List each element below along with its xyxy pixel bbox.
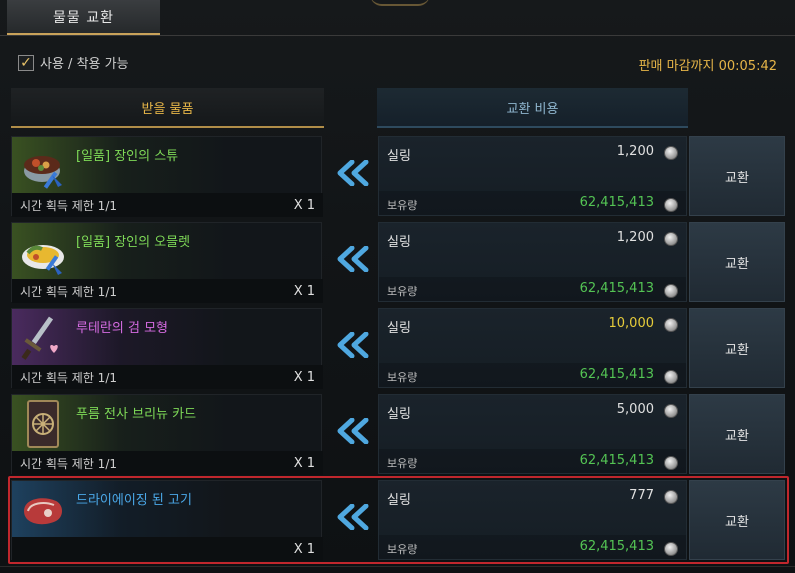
acquire-limit: 시간 획득 제한 1/1: [20, 370, 117, 385]
item-quantity: X 1: [293, 369, 315, 385]
cost-card: 실링 1,200 보유량 62,415,413: [378, 136, 687, 216]
exchange-row[interactable]: [일품] 장인의 오믈렛 시간 획득 제한 1/1 X 1 실링 1,200 보…: [11, 222, 787, 303]
stew-pot-icon[interactable]: [18, 141, 68, 191]
column-header-receive: 받을 물품: [11, 88, 324, 128]
item-quantity: X 1: [293, 541, 315, 557]
silver-coin-icon: [664, 146, 678, 160]
sale-deadline: 판매 마감까지 00:05:42: [638, 59, 777, 74]
bottom-divider: [0, 566, 795, 567]
silver-coin-icon: [664, 318, 678, 332]
owned-label: 보유량: [387, 543, 418, 556]
cost-price: 5,000: [616, 402, 654, 417]
exchange-button[interactable]: 교환: [689, 222, 785, 302]
double-chevron-left-icon: [333, 330, 373, 360]
usable-filter[interactable]: ✓ 사용 / 착용 가능: [18, 53, 129, 72]
cost-price: 10,000: [608, 316, 655, 331]
cost-price: 1,200: [616, 230, 654, 245]
acquire-limit: 시간 획득 제한 1/1: [20, 456, 117, 471]
owned-label: 보유량: [387, 285, 418, 298]
exchange-window: 물물 교환 ✓ 사용 / 착용 가능 판매 마감까지 00:05:42 받을 물…: [0, 0, 795, 573]
card-icon[interactable]: [18, 399, 68, 449]
double-chevron-left-icon: [333, 158, 373, 188]
currency-name: 실링: [387, 493, 411, 508]
reward-item-card[interactable]: 루테란의 검 모형 시간 획득 제한 1/1 X 1: [11, 308, 323, 389]
exchange-row[interactable]: 루테란의 검 모형 시간 획득 제한 1/1 X 1 실링 10,000 보유량…: [11, 308, 787, 389]
owned-amount: 62,415,413: [579, 539, 654, 554]
currency-name: 실링: [387, 149, 411, 164]
item-footer: 시간 획득 제한 1/1 X 1: [12, 193, 323, 217]
exchange-button[interactable]: 교환: [689, 394, 785, 474]
item-name: [일품] 장인의 오믈렛: [76, 235, 191, 250]
exchange-row[interactable]: 드라이에이징 된 고기 X 1 실링 777 보유량 62,415,413 교환: [8, 476, 789, 564]
owned-label: 보유량: [387, 199, 418, 212]
currency-name: 실링: [387, 407, 411, 422]
cost-card: 실링 5,000 보유량 62,415,413: [378, 394, 687, 474]
silver-coin-icon: [664, 370, 678, 384]
currency-name: 실링: [387, 235, 411, 250]
silver-coin-icon: [664, 542, 678, 556]
reward-item-card[interactable]: 푸름 전사 브리뉴 카드 시간 획득 제한 1/1 X 1: [11, 394, 323, 475]
exchange-row[interactable]: [일품] 장인의 스튜 시간 획득 제한 1/1 X 1 실링 1,200 보유…: [11, 136, 787, 217]
double-chevron-left-icon: [333, 244, 373, 274]
exchange-row[interactable]: 푸름 전사 브리뉴 카드 시간 획득 제한 1/1 X 1 실링 5,000 보…: [11, 394, 787, 475]
cost-card: 실링 10,000 보유량 62,415,413: [378, 308, 687, 388]
reward-item-card[interactable]: [일품] 장인의 오믈렛 시간 획득 제한 1/1 X 1: [11, 222, 323, 303]
sword-heart-icon[interactable]: [18, 313, 68, 363]
usable-filter-label: 사용 / 착용 가능: [40, 57, 129, 72]
exchange-button[interactable]: 교환: [689, 308, 785, 388]
omelette-plate-icon[interactable]: [18, 227, 68, 277]
usable-checkbox[interactable]: ✓: [18, 54, 34, 71]
silver-coin-icon: [664, 490, 678, 504]
top-ornament: [370, 0, 430, 6]
owned-label: 보유량: [387, 457, 418, 470]
item-footer: 시간 획득 제한 1/1 X 1: [12, 365, 323, 389]
reward-item-card[interactable]: [일품] 장인의 스튜 시간 획득 제한 1/1 X 1: [11, 136, 323, 217]
double-chevron-left-icon: [333, 416, 373, 446]
owned-label: 보유량: [387, 371, 418, 384]
silver-coin-icon: [664, 284, 678, 298]
cost-price: 1,200: [616, 144, 654, 159]
owned-amount: 62,415,413: [579, 281, 654, 296]
item-footer: 시간 획득 제한 1/1 X 1: [12, 451, 323, 475]
owned-amount: 62,415,413: [579, 367, 654, 382]
double-chevron-left-icon: [333, 502, 373, 532]
item-name: 루테란의 검 모형: [76, 321, 168, 336]
silver-coin-icon: [664, 198, 678, 212]
tab-barter[interactable]: 물물 교환: [7, 0, 160, 35]
item-name: 드라이에이징 된 고기: [76, 493, 192, 508]
acquire-limit: 시간 획득 제한 1/1: [20, 284, 117, 299]
item-quantity: X 1: [293, 455, 315, 471]
item-name: 푸름 전사 브리뉴 카드: [76, 407, 197, 422]
column-header-cost: 교환 비용: [377, 88, 688, 128]
owned-amount: 62,415,413: [579, 195, 654, 210]
exchange-button[interactable]: 교환: [689, 136, 785, 216]
cost-price: 777: [629, 488, 654, 503]
silver-coin-icon: [664, 456, 678, 470]
exchange-button[interactable]: 교환: [689, 480, 785, 560]
item-quantity: X 1: [293, 283, 315, 299]
cost-card: 실링 1,200 보유량 62,415,413: [378, 222, 687, 302]
currency-name: 실링: [387, 321, 411, 336]
item-footer: 시간 획득 제한 1/1 X 1: [12, 279, 323, 303]
silver-coin-icon: [664, 232, 678, 246]
item-quantity: X 1: [293, 197, 315, 213]
cost-card: 실링 777 보유량 62,415,413: [378, 480, 687, 560]
item-name: [일품] 장인의 스튜: [76, 149, 179, 164]
item-footer: X 1: [12, 537, 323, 561]
reward-item-card[interactable]: 드라이에이징 된 고기 X 1: [11, 480, 323, 561]
meat-icon[interactable]: [18, 485, 68, 535]
tab-divider: [0, 35, 795, 36]
owned-amount: 62,415,413: [579, 453, 654, 468]
acquire-limit: 시간 획득 제한 1/1: [20, 198, 117, 213]
silver-coin-icon: [664, 404, 678, 418]
